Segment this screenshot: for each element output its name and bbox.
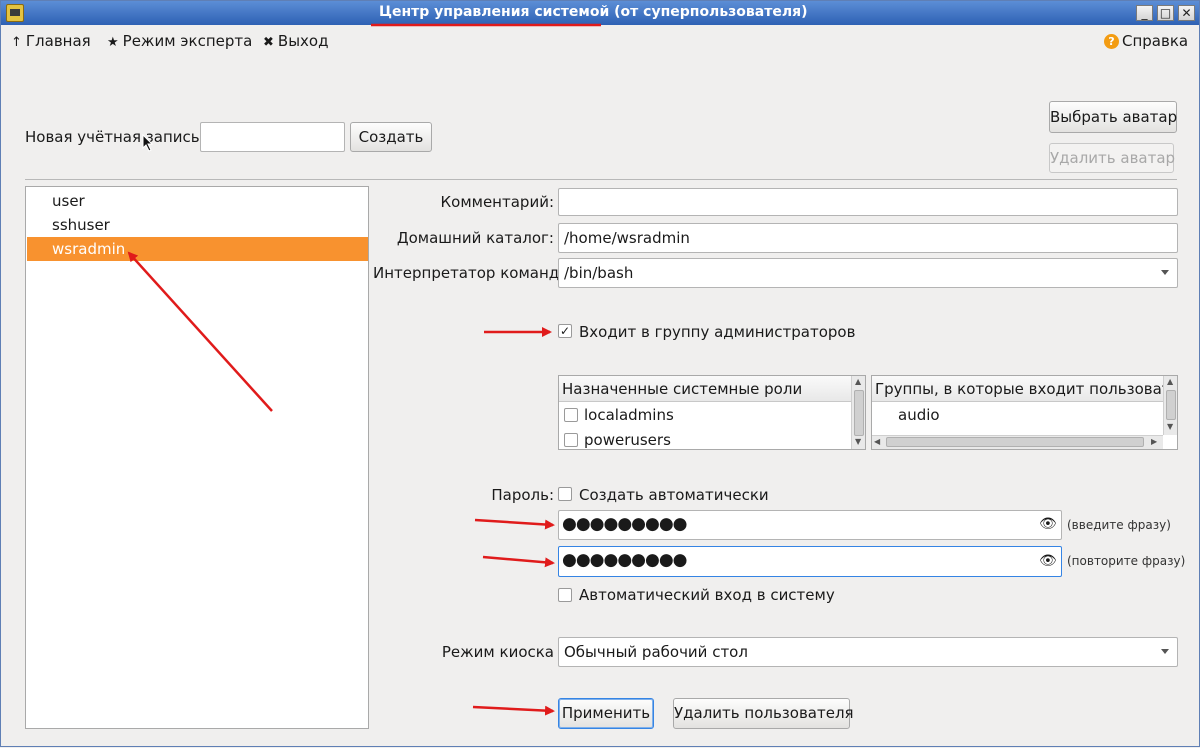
home-dir-label: Домашний каталог: [396,229,554,247]
annotation-arrow [474,518,555,530]
delete-user-button[interactable]: Удалить пользователя [673,698,854,729]
menu-help-label: Справка [1122,32,1189,50]
kiosk-combobox[interactable]: Обычный рабочий стол [558,637,1178,667]
scroll-thumb[interactable] [854,390,864,436]
eye-icon[interactable]: 👁 [1039,516,1057,532]
comment-input[interactable] [558,188,1178,216]
user-list-item[interactable]: user [27,189,368,213]
groups-hscrollbar[interactable]: ◀ ▶ [872,435,1163,449]
star-icon: ★ [107,35,119,50]
comment-label: Комментарий: [440,193,555,211]
kiosk-value: Обычный рабочий стол [564,643,748,661]
auto-password-checkbox[interactable] [558,487,572,501]
maximize-button[interactable]: □ [1157,5,1174,21]
new-account-label: Новая учётная запись: [25,128,205,146]
groups-header: Группы, в которые входит пользователь [872,376,1163,402]
autologin-checkbox[interactable] [558,588,572,602]
scroll-up-icon[interactable]: ▲ [1167,377,1173,386]
apply-button[interactable]: Применить [558,698,654,729]
chevron-down-icon [1161,649,1169,654]
tools-icon: ✖ [263,35,274,50]
shell-value: /bin/bash [564,264,634,282]
scroll-down-icon[interactable]: ▼ [1167,422,1173,431]
eye-icon[interactable]: 👁 [1039,553,1057,569]
role-label: localadmins [584,406,674,424]
shell-label: Интерпретатор команд: [373,264,565,282]
menu-exit[interactable]: ✖ Выход [263,32,328,50]
new-account-input[interactable] [200,122,345,152]
home-dir-input[interactable]: /home/wsradmin [558,223,1178,253]
role-checkbox[interactable] [564,433,578,447]
menu-expert-label: Режим эксперта [122,32,253,50]
menu-expert-mode[interactable]: ★ Режим эксперта [107,32,252,50]
menu-exit-label: Выход [277,32,329,50]
groups-vscrollbar[interactable]: ▲ ▼ [1163,376,1177,435]
roles-scrollbar[interactable]: ▲ ▼ [851,376,865,449]
minimize-button[interactable]: _ [1136,5,1153,21]
annotation-arrow [472,705,555,716]
password-confirm-input[interactable]: ●●●●●●●●● 👁 [558,546,1062,577]
scroll-up-icon[interactable]: ▲ [855,377,861,386]
group-item: audio [898,406,940,424]
scroll-right-icon[interactable]: ▶ [1151,437,1157,446]
roles-table[interactable]: Назначенные системные роли localadmins p… [558,375,866,450]
auto-password-label: Создать автоматически [579,486,769,504]
password-value: ●●●●●●●●● [562,514,688,534]
scroll-thumb[interactable] [1166,390,1176,420]
password-confirm-value: ●●●●●●●●● [562,550,688,570]
password-label: Пароль: [491,486,554,504]
chevron-down-icon [1161,270,1169,275]
admin-group-checkbox[interactable]: ✓ [558,324,572,338]
scroll-left-icon[interactable]: ◀ [874,437,880,446]
password-input[interactable]: ●●●●●●●●● 👁 [558,510,1062,540]
window-title: Центр управления системой (от суперпольз… [379,4,808,20]
mouse-cursor-icon [142,134,154,152]
role-checkbox[interactable] [564,408,578,422]
shell-combobox[interactable]: /bin/bash [558,258,1178,288]
title-bar: Центр управления системой (от суперпольз… [1,1,1199,25]
password-hint: (введите фразу) [1067,518,1171,532]
separator [25,179,1177,180]
close-button[interactable]: ✕ [1178,5,1195,21]
choose-avatar-button[interactable]: Выбрать аватар [1049,101,1177,133]
app-window: Центр управления системой (от суперпольз… [0,0,1200,747]
scroll-thumb[interactable] [886,437,1144,447]
menu-home[interactable]: ↑ Главная [11,32,91,50]
user-list[interactable]: user sshuser wsradmin [25,186,369,729]
annotation-arrow [482,555,555,568]
user-list-item-selected[interactable]: wsradmin [27,237,368,261]
role-label: powerusers [584,431,671,449]
roles-header: Назначенные системные роли [559,376,851,402]
up-arrow-icon: ↑ [11,35,22,50]
create-button[interactable]: Создать [350,122,432,152]
autologin-label: Автоматический вход в систему [579,586,835,604]
kiosk-label: Режим киоска [441,643,554,661]
delete-avatar-button[interactable]: Удалить аватар [1049,143,1175,173]
admin-group-label: Входит в группу администраторов [579,323,856,341]
user-list-item[interactable]: sshuser [27,213,368,237]
groups-table[interactable]: Группы, в которые входит пользователь au… [871,375,1178,450]
menu-home-label: Главная [25,32,91,50]
app-icon [6,4,24,22]
password-confirm-hint: (повторите фразу) [1067,554,1186,568]
help-icon: ? [1104,34,1119,49]
menu-help[interactable]: ? Справка [1104,32,1188,50]
scroll-down-icon[interactable]: ▼ [855,437,861,446]
